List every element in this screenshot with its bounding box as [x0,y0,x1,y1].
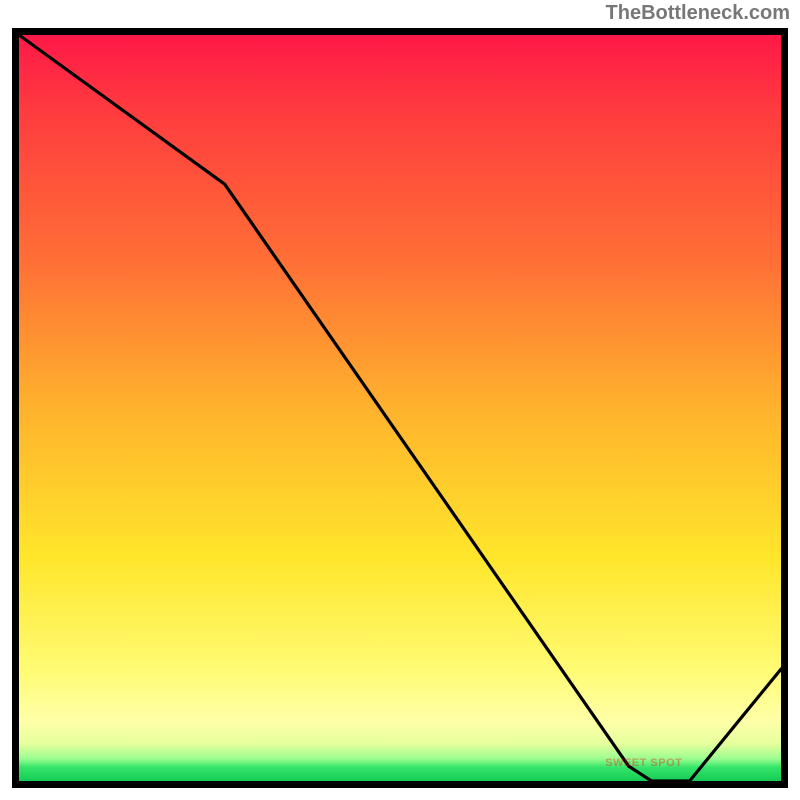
plot-area: SWEET SPOT [12,28,788,788]
curve-layer: SWEET SPOT [12,28,788,788]
sweet-spot-annotation: SWEET SPOT [605,757,682,769]
bottleneck-curve-path [19,35,781,781]
watermark-text: TheBottleneck.com [606,2,790,25]
chart-container: TheBottleneck.com SWEET SPOT [0,0,800,800]
